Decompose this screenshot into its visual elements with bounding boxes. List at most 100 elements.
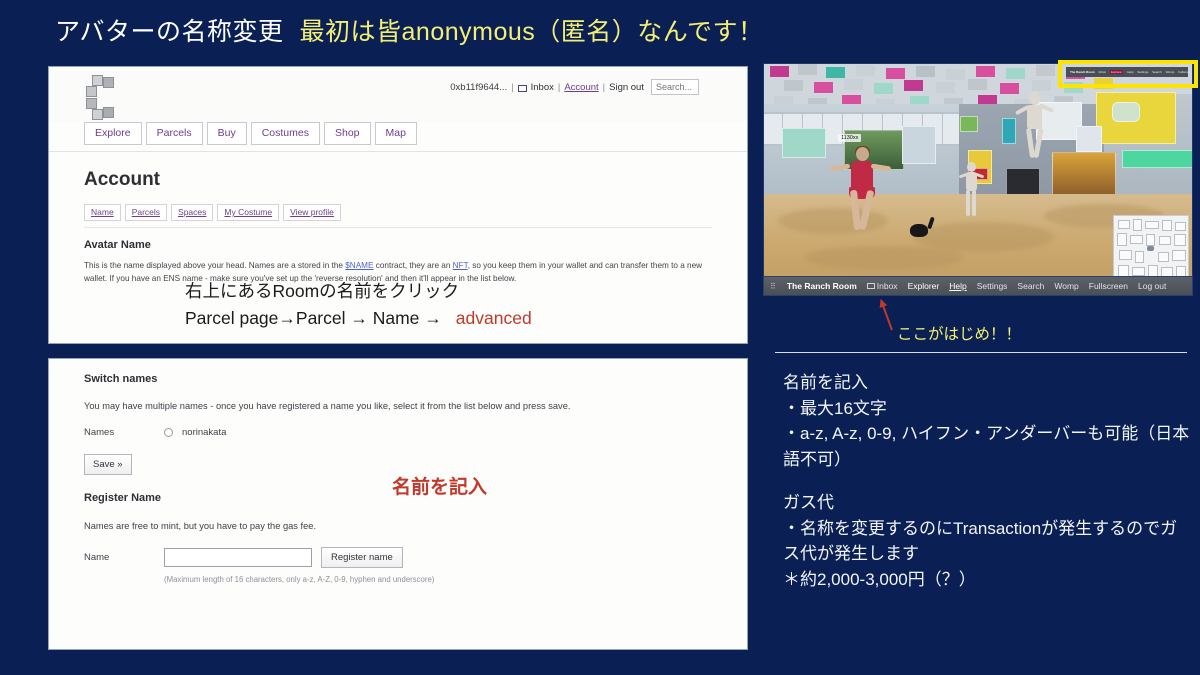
- inbox-icon: [866, 283, 875, 289]
- slide-root: アバターの名称変更 最初は皆anonymous（匿名）なんです！ 0xb11f96…: [0, 0, 1200, 675]
- names-row: Names norinakata: [84, 427, 747, 438]
- avatar-mannequin-center: [958, 162, 985, 220]
- switch-names-copy: You may have multiple names - once you h…: [84, 401, 571, 411]
- nav-divider: [49, 151, 747, 152]
- avatar-red-dress: [829, 146, 892, 233]
- names-label: Names: [84, 427, 115, 438]
- virtual-room-screenshot: 1130xx The Ranch Room Inbox Explorer Hel…: [763, 63, 1193, 285]
- subtab-my-costume[interactable]: My Costume: [217, 204, 280, 221]
- shelf-green-line: [1122, 150, 1192, 168]
- title-main: アバターの名称変更: [55, 18, 284, 46]
- artwork-pixels: [1076, 126, 1102, 152]
- note1-line3: ・a-z, A-z, 0-9, ハイフン・アンダーバーも可能（日本語不可）: [783, 424, 1190, 469]
- note2-line1: ガス代: [783, 493, 834, 512]
- toolbar-item-settings[interactable]: Settings: [977, 281, 1008, 291]
- nav-tab-buy[interactable]: Buy: [206, 122, 247, 145]
- note1-line2: ・最大16文字: [783, 398, 887, 418]
- name-option-label[interactable]: norinakata: [182, 427, 226, 438]
- nft-link[interactable]: NFT: [453, 261, 468, 270]
- main-nav: Explore Parcels Buy Costumes Shop Map: [84, 122, 417, 145]
- subtab-spaces[interactable]: Spaces: [171, 204, 214, 221]
- right-divider: [775, 352, 1187, 353]
- nav-tab-costumes[interactable]: Costumes: [250, 122, 320, 145]
- switch-names-heading: Switch names: [84, 373, 158, 385]
- annotation-names: 名前を記入: [392, 477, 488, 498]
- account-subnav: Name Parcels Spaces My Costume View prof…: [84, 204, 747, 221]
- search-input[interactable]: [651, 79, 699, 95]
- name-field-label: Name: [84, 552, 110, 563]
- note2-line3: ＊約2,000-3,000円（？）: [783, 569, 976, 589]
- name-radio[interactable]: [164, 428, 173, 437]
- name-field-hint: (Maximum length of 16 characters, only a…: [164, 575, 435, 584]
- right-note-block-1: 名前を記入 ・最大16文字 ・a-z, A-z, 0-9, ハイフン・アンダーバ…: [783, 370, 1193, 472]
- red-arrow-to-room-name: [880, 299, 893, 331]
- right-notes: 名前を記入 ・最大16文字 ・a-z, A-z, 0-9, ハイフン・アンダーバ…: [783, 370, 1193, 592]
- annotation-account-line2: Parcel page→Parcel → Name → advanced: [185, 305, 532, 332]
- subtab-view-profile[interactable]: View profile: [283, 204, 341, 221]
- artwork-green: [960, 116, 978, 132]
- name-input[interactable]: [164, 548, 312, 567]
- avatar-name-heading: Avatar Name: [84, 239, 151, 251]
- register-row: Name Register name: [84, 547, 747, 568]
- womp-logo-icon: [84, 75, 122, 121]
- title-highlight: 最初は皆anonymous（匿名）なんです！: [299, 18, 764, 46]
- inbox-link[interactable]: Inbox: [531, 82, 554, 93]
- toolbar-room-name[interactable]: The Ranch Room: [787, 281, 857, 291]
- cat-avatar: [910, 224, 928, 237]
- avatar-mannequin-wall: [1014, 92, 1055, 162]
- artwork-bottle2: [1112, 102, 1140, 122]
- account-link[interactable]: Account: [564, 82, 598, 93]
- annotation-account-line2-black: Parcel page→Parcel → Name →: [185, 308, 442, 329]
- annotation-account: 右上にあるRoomの名前をクリック Parcel page→Parcel → N…: [185, 278, 532, 332]
- toolbar-item-womp[interactable]: Womp: [1054, 281, 1078, 291]
- register-name-button[interactable]: Register name: [321, 547, 403, 568]
- separator: |: [511, 81, 514, 93]
- room-toolbar: ⠿ The Ranch Room Inbox Explorer Help Set…: [763, 276, 1193, 296]
- yellow-highlight-box: [1058, 60, 1198, 88]
- sname-link[interactable]: $NAME: [345, 261, 373, 270]
- names-page-screenshot: Switch names You may have multiple names…: [48, 358, 748, 650]
- toolbar-item-fullscreen[interactable]: Fullscreen: [1089, 281, 1128, 291]
- inbox-icon[interactable]: [517, 84, 527, 92]
- desc-part-1: This is the name displayed above your he…: [84, 261, 346, 270]
- note1-line1: 名前を記入: [783, 373, 868, 392]
- page-title: アバターの名称変更 最初は皆anonymous（匿名）なんです！: [55, 12, 764, 48]
- avatar-nameplate: 1130xx: [838, 134, 862, 142]
- minimap[interactable]: [1113, 215, 1189, 281]
- toolbar-item-help[interactable]: Help: [949, 281, 966, 291]
- nav-tab-shop[interactable]: Shop: [323, 122, 371, 145]
- toolbar-item-search[interactable]: Search: [1017, 281, 1044, 291]
- artwork-robot: [782, 128, 826, 158]
- wallet-address: 0xb11f9644...: [450, 81, 508, 93]
- annotation-account-line1: 右上にあるRoomの名前をクリック: [185, 281, 460, 301]
- subnav-divider: [84, 227, 712, 228]
- annotation-account-line2-red: advanced: [455, 308, 532, 329]
- account-bar: 0xb11f9644... | Inbox | Account | Sign o…: [450, 79, 699, 95]
- player-marker: [1147, 246, 1154, 251]
- artwork-teal: [1002, 118, 1016, 144]
- sign-out-link[interactable]: Sign out: [609, 82, 644, 93]
- account-body: Account Name Parcels Spaces My Costume V…: [49, 153, 747, 285]
- subtab-parcels[interactable]: Parcels: [124, 204, 168, 221]
- artwork-bottle: [902, 126, 936, 164]
- nav-tab-parcels[interactable]: Parcels: [145, 122, 203, 145]
- site-header: 0xb11f9644... | Inbox | Account | Sign o…: [49, 67, 747, 152]
- note2-line2: ・名称を変更するのにTransactionが発生するのでガス代が発生します: [783, 518, 1178, 564]
- account-heading: Account: [84, 169, 160, 190]
- separator: |: [557, 81, 561, 93]
- desc-part-2: contract, they are an: [373, 261, 453, 270]
- nav-tab-explore[interactable]: Explore: [84, 122, 142, 145]
- toolbar-item-inbox[interactable]: Inbox: [866, 281, 898, 291]
- toolbar-item-logout[interactable]: Log out: [1138, 281, 1166, 291]
- register-name-copy: Names are free to mint, but you have to …: [84, 521, 317, 531]
- artwork-food: [1052, 152, 1116, 196]
- toolbar-item-explorer[interactable]: Explorer: [908, 281, 940, 291]
- save-button[interactable]: Save »: [84, 454, 132, 475]
- separator: |: [602, 81, 606, 93]
- right-note-block-2: ガス代 ・名称を変更するのにTransactionが発生するのでガス代が発生しま…: [783, 490, 1193, 592]
- drag-handle-icon[interactable]: ⠿: [770, 282, 777, 291]
- subtab-name[interactable]: Name: [84, 204, 121, 221]
- toolbar-item-inbox-label: Inbox: [876, 281, 898, 291]
- annotation-scene: ここがはじめ！！: [897, 326, 1022, 343]
- nav-tab-map[interactable]: Map: [374, 122, 417, 145]
